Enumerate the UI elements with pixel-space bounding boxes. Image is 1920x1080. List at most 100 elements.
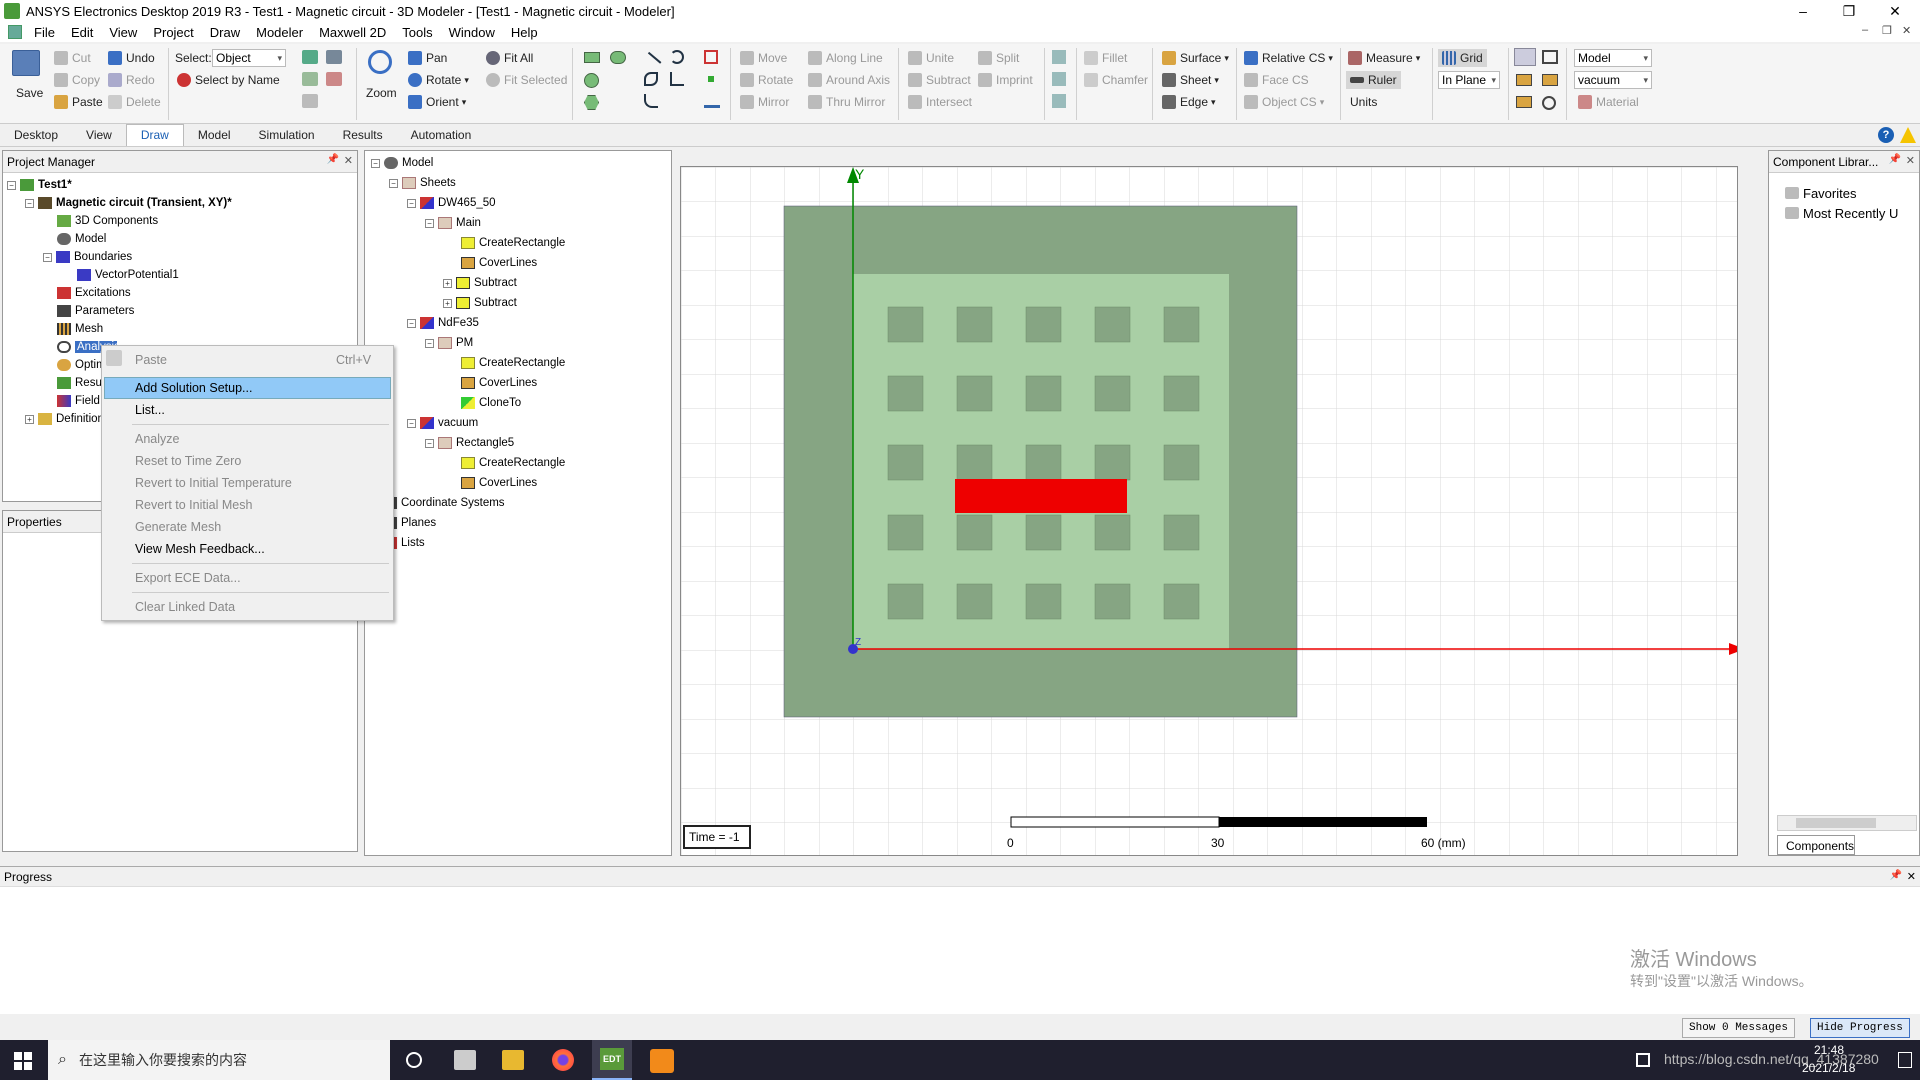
redo-button[interactable]: Redo	[126, 73, 155, 87]
slot-0-1[interactable]	[956, 306, 993, 343]
thru-mirror-button[interactable]: Thru Mirror	[826, 95, 885, 109]
select-mode-dropdown[interactable]: Object	[212, 49, 286, 67]
close-panel-icon[interactable]: ✕	[1907, 870, 1916, 883]
save-button[interactable]: Save	[16, 84, 43, 102]
tree-op-createrectangle[interactable]: CreateRectangle	[479, 357, 565, 369]
tree-item-vectorpotential1[interactable]: VectorPotential1	[95, 269, 179, 281]
pin-icon[interactable]: 📌	[327, 154, 339, 165]
most-recent-item[interactable]: Most Recently U	[1803, 206, 1898, 221]
file-explorer-icon[interactable]	[502, 1050, 524, 1070]
pin-icon[interactable]: 📌	[1889, 154, 1901, 165]
undo-button[interactable]: Undo	[126, 51, 155, 65]
slot-2-2[interactable]	[1025, 444, 1062, 481]
expand-toggle[interactable]: +	[25, 414, 34, 424]
menu-project[interactable]: Project	[145, 25, 201, 40]
tree-material-ndfe35[interactable]: NdFe35	[438, 317, 479, 329]
slot-3-4[interactable]	[1163, 514, 1200, 551]
slot-1-0[interactable]	[887, 375, 924, 412]
tree-item-3d-components[interactable]: 3D Components	[75, 215, 158, 227]
slot-4-0[interactable]	[887, 583, 924, 620]
draw-circle-icon[interactable]	[584, 73, 599, 88]
sweep-icon[interactable]	[1052, 50, 1066, 64]
tree-item-design[interactable]: Magnetic circuit (Transient, XY)*	[56, 197, 232, 209]
tab-simulation[interactable]: Simulation	[245, 125, 329, 146]
cut-button[interactable]: Cut	[72, 51, 91, 65]
modeler-viewport[interactable]: Y X Z 0 30 60 (mm) Time = -1	[680, 166, 1738, 856]
draw-arc-icon[interactable]	[670, 50, 684, 64]
mdi-restore-icon[interactable]: ❐	[1882, 24, 1892, 37]
restore-button[interactable]: ❐	[1826, 0, 1872, 22]
tab-desktop[interactable]: Desktop	[0, 125, 72, 146]
rotate-object-button[interactable]: Rotate	[758, 73, 793, 87]
ctx-paste[interactable]: Paste	[135, 353, 167, 367]
select-by-name-button[interactable]: Select by Name	[195, 73, 280, 87]
tree-op-coverlines[interactable]: CoverLines	[479, 477, 537, 489]
tab-view[interactable]: View	[72, 125, 126, 146]
draw-equation-icon[interactable]	[670, 72, 684, 86]
fillet-button[interactable]: Fillet	[1102, 51, 1127, 65]
firefox-icon[interactable]	[552, 1049, 574, 1071]
rotate-view-button[interactable]: Rotate	[426, 73, 461, 87]
draw-box-icon[interactable]	[704, 50, 718, 64]
draw-plane-icon[interactable]	[704, 94, 720, 108]
snap-quadrant-icon[interactable]	[1542, 96, 1556, 110]
mdi-close-icon[interactable]: ✕	[1902, 24, 1911, 37]
expand-toggle[interactable]: −	[7, 180, 16, 190]
slot-2-1[interactable]	[956, 444, 993, 481]
scrollbar-thumb[interactable]	[1796, 818, 1876, 828]
slot-0-0[interactable]	[887, 306, 924, 343]
tree-op-createrectangle[interactable]: CreateRectangle	[479, 237, 565, 249]
taskbar-clock-time[interactable]: 21:48	[1814, 1043, 1844, 1057]
menu-draw[interactable]: Draw	[202, 25, 248, 40]
pan-button[interactable]: Pan	[426, 51, 447, 65]
tree-item-mesh[interactable]: Mesh	[75, 323, 103, 335]
horizontal-scrollbar[interactable]	[1777, 815, 1917, 831]
tree-op-cloneto[interactable]: CloneTo	[479, 397, 521, 409]
menu-maxwell-2d[interactable]: Maxwell 2D	[311, 25, 394, 40]
hide-progress-button[interactable]: Hide Progress	[1810, 1018, 1910, 1038]
slot-2-0[interactable]	[887, 444, 924, 481]
draw-spline-icon[interactable]	[644, 72, 658, 86]
select-tool-icon[interactable]	[302, 50, 318, 64]
along-line-button[interactable]: Along Line	[826, 51, 883, 65]
expand-toggle[interactable]: −	[371, 158, 380, 168]
slot-2-4[interactable]	[1163, 444, 1200, 481]
expand-toggle[interactable]: −	[25, 198, 34, 208]
modeler-canvas[interactable]: Y X Z 0 30 60 (mm)	[681, 167, 1738, 856]
slot-1-4[interactable]	[1163, 375, 1200, 412]
snap-edge-icon[interactable]	[1516, 74, 1532, 86]
slot-3-1[interactable]	[956, 514, 993, 551]
close-panel-icon[interactable]: ✕	[344, 154, 353, 167]
taskbar-search-box[interactable]: ⌕ 在这里输入你要搜索的内容	[48, 1040, 390, 1080]
expand-toggle[interactable]: −	[407, 318, 416, 328]
save-icon[interactable]	[12, 50, 40, 76]
permanent-magnet[interactable]	[955, 479, 1127, 513]
slot-0-4[interactable]	[1163, 306, 1200, 343]
tree-op-subtract[interactable]: Subtract	[474, 277, 517, 289]
close-panel-icon[interactable]: ✕	[1906, 154, 1915, 167]
intersect-button[interactable]: Intersect	[926, 95, 972, 109]
fit-selected-button[interactable]: Fit Selected	[504, 73, 567, 87]
slot-0-2[interactable]	[1025, 306, 1062, 343]
snap-face-icon[interactable]	[1542, 74, 1558, 86]
tree-item-parameters[interactable]: Parameters	[75, 305, 134, 317]
slot-2-3[interactable]	[1094, 444, 1131, 481]
tree-item-field[interactable]: Field	[75, 395, 100, 407]
object-cs-button[interactable]: Object CS	[1262, 95, 1317, 109]
tree-coordinate-systems[interactable]: Coordinate Systems	[401, 497, 505, 509]
ctx-add-solution-setup[interactable]: Add Solution Setup...	[135, 381, 252, 395]
model-type-dropdown[interactable]: Model	[1574, 49, 1652, 67]
tree-op-subtract[interactable]: Subtract	[474, 297, 517, 309]
draw-curve-icon[interactable]	[644, 94, 658, 108]
expand-toggle[interactable]: +	[443, 298, 452, 308]
slot-3-0[interactable]	[887, 514, 924, 551]
snap-vertex-icon[interactable]	[1542, 50, 1558, 64]
expand-toggle[interactable]: −	[407, 418, 416, 428]
tree-sheets[interactable]: Sheets	[420, 177, 456, 189]
tree-material-dw465[interactable]: DW465_50	[438, 197, 496, 209]
tree-item-model[interactable]: Model	[75, 233, 106, 245]
keyboard-icon[interactable]	[1636, 1053, 1650, 1067]
expand-toggle[interactable]: −	[407, 198, 416, 208]
slot-1-3[interactable]	[1094, 375, 1131, 412]
copy-button[interactable]: Copy	[72, 73, 100, 87]
